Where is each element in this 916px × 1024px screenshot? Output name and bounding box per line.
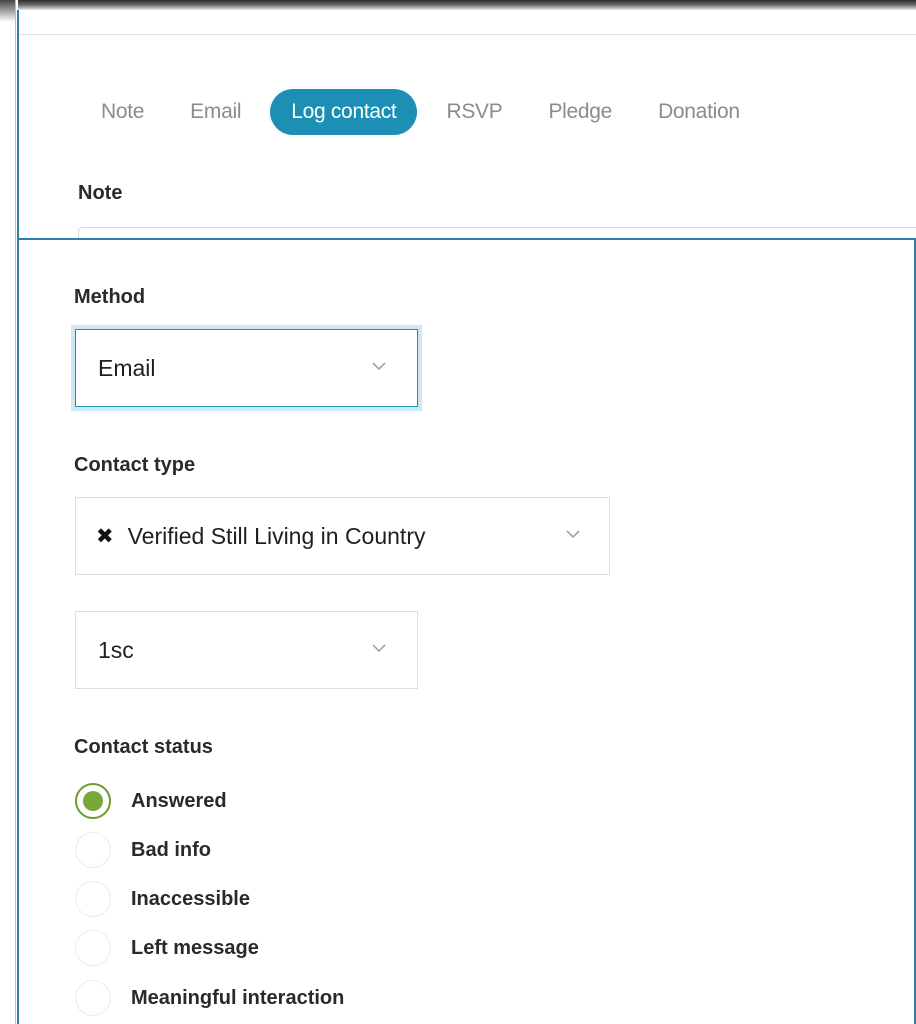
radio-option-answered[interactable]: Answered <box>75 781 227 821</box>
secondary-select[interactable]: 1sc <box>75 611 418 689</box>
radio-option-inaccessible[interactable]: Inaccessible <box>75 879 250 919</box>
tab-donation[interactable]: Donation <box>635 89 763 135</box>
tab-pledge[interactable]: Pledge <box>525 89 635 135</box>
contact-status-label: Contact status <box>74 736 213 758</box>
radio-button[interactable] <box>75 980 111 1016</box>
contact-type-selected-tag: Verified Still Living in Country <box>127 522 426 549</box>
radio-button[interactable] <box>75 783 111 819</box>
method-label: Method <box>74 286 146 308</box>
radio-button[interactable] <box>75 930 111 966</box>
card-divider <box>19 34 916 35</box>
tab-log-contact[interactable]: Log contact <box>270 89 418 135</box>
close-icon[interactable]: ✖ <box>96 526 114 547</box>
radio-label: Answered <box>131 789 227 812</box>
radio-label: Bad info <box>131 838 211 861</box>
contact-type-label: Contact type <box>74 454 196 476</box>
action-tabs: Note Email Log contact RSVP Pledge Donat… <box>19 89 899 135</box>
radio-label: Left message <box>131 936 259 959</box>
tab-rsvp[interactable]: RSVP <box>423 89 525 135</box>
radio-option-bad-info[interactable]: Bad info <box>75 830 211 870</box>
tab-email[interactable]: Email <box>167 89 264 135</box>
window-left-edge <box>0 0 18 1024</box>
radio-option-meaningful-interaction[interactable]: Meaningful interaction <box>75 978 344 1018</box>
radio-option-left-message[interactable]: Left message <box>75 928 259 968</box>
log-contact-form-page: Note Email Log contact RSVP Pledge Donat… <box>0 0 916 1024</box>
secondary-select-value: 1sc <box>98 636 134 663</box>
radio-button[interactable] <box>75 832 111 868</box>
method-select-value: Email <box>98 354 156 381</box>
log-contact-panel: Method Email Contact type ✖ Verified Sti… <box>17 238 916 1024</box>
tab-note[interactable]: Note <box>78 89 167 135</box>
radio-label: Inaccessible <box>131 887 250 910</box>
chevron-down-icon <box>566 530 580 539</box>
method-select[interactable]: Email <box>75 329 418 407</box>
radio-label: Meaningful interaction <box>131 986 345 1009</box>
chevron-down-icon <box>372 362 386 371</box>
chevron-down-icon <box>372 644 386 653</box>
contact-type-select[interactable]: ✖ Verified Still Living in Country <box>75 497 610 575</box>
action-tabs-card: Note Email Log contact RSVP Pledge Donat… <box>17 10 916 241</box>
note-label: Note <box>78 182 123 204</box>
radio-button[interactable] <box>75 881 111 917</box>
